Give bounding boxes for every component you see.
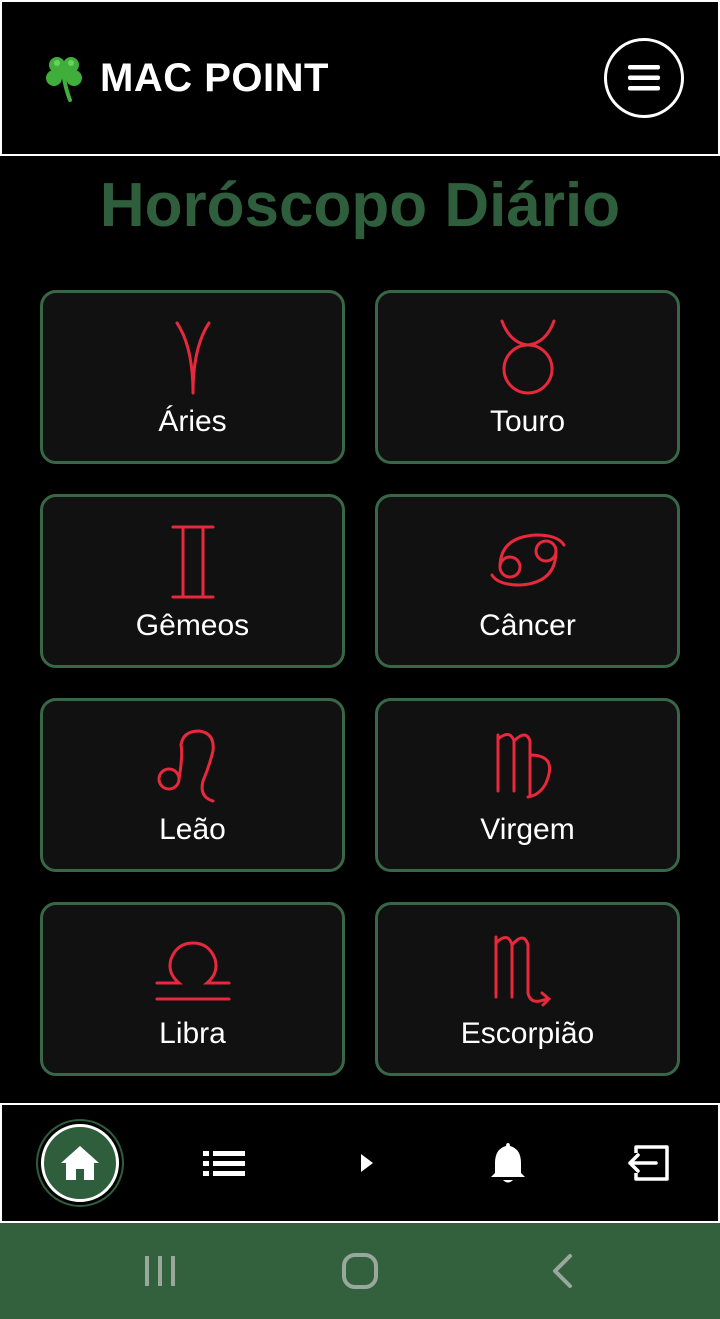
brand[interactable]: MAC POINT	[42, 54, 329, 102]
sign-label: Câncer	[479, 609, 576, 642]
sign-card-cancer[interactable]: Câncer	[375, 494, 680, 668]
play-icon	[361, 1154, 373, 1172]
leo-icon	[157, 729, 215, 803]
home-icon	[61, 1146, 99, 1180]
cancer-icon	[490, 533, 565, 587]
gemini-icon	[171, 525, 214, 599]
sign-label: Touro	[489, 405, 566, 438]
system-back-button[interactable]	[502, 1223, 622, 1319]
nav-home[interactable]	[8, 1105, 152, 1221]
hamburger-menu-icon	[628, 65, 660, 91]
zodiac-grid: Áries Touro Gêmeos Câncer Leão Virgem Li…	[40, 290, 680, 1076]
taurus-icon	[500, 319, 555, 395]
sign-card-leo[interactable]: Leão	[40, 698, 345, 872]
recent-apps-button[interactable]	[100, 1223, 220, 1319]
sign-card-gemini[interactable]: Gêmeos	[40, 494, 345, 668]
system-home-button[interactable]	[300, 1223, 420, 1319]
sign-card-taurus[interactable]: Touro	[375, 290, 680, 464]
page-title: Horóscopo Diário	[99, 171, 621, 240]
aries-icon	[175, 321, 210, 395]
sign-card-scorpio[interactable]: Escorpião	[375, 902, 680, 1076]
home-active-indicator	[41, 1124, 119, 1202]
scorpio-icon	[494, 935, 551, 1007]
sign-label: Escorpião	[460, 1017, 595, 1050]
sign-card-libra[interactable]: Libra	[40, 902, 345, 1076]
virgo-icon	[496, 733, 551, 799]
bell-icon	[491, 1143, 525, 1183]
libra-icon	[155, 941, 230, 1001]
brand-name: MAC POINT	[100, 55, 329, 100]
sign-card-virgo[interactable]: Virgem	[375, 698, 680, 872]
back-icon	[553, 1254, 572, 1288]
bottom-navigation	[0, 1103, 720, 1223]
sign-card-aries[interactable]: Áries	[40, 290, 345, 464]
sign-label: Gêmeos	[135, 609, 250, 642]
recent-apps-icon	[145, 1256, 175, 1286]
sign-label: Áries	[158, 405, 227, 438]
sign-label: Virgem	[480, 813, 575, 846]
sign-label: Leão	[159, 813, 226, 846]
nav-list[interactable]	[152, 1105, 296, 1221]
list-icon	[203, 1151, 245, 1176]
system-navigation-bar	[0, 1223, 720, 1319]
menu-button[interactable]	[604, 38, 684, 118]
nav-play[interactable]	[295, 1105, 439, 1221]
logout-icon	[628, 1145, 669, 1181]
sign-label: Libra	[159, 1017, 226, 1050]
four-leaf-clover-icon	[46, 57, 82, 102]
app-header: MAC POINT	[0, 0, 720, 156]
home-circle-icon	[342, 1253, 378, 1289]
nav-notifications[interactable]	[436, 1105, 580, 1221]
nav-logout[interactable]	[576, 1105, 720, 1221]
